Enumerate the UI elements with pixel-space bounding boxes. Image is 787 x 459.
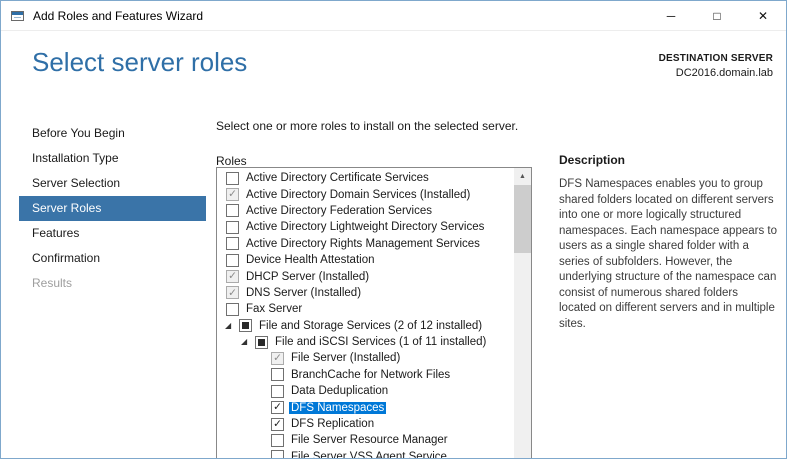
destination-server-block: DESTINATION SERVER DC2016.domain.lab (659, 53, 773, 79)
role-label: File Server Resource Manager (289, 434, 450, 446)
role-row[interactable]: ✓ Active Directory Domain Services (Insta… (217, 186, 514, 202)
sidebar-item-installation-type[interactable]: Installation Type (19, 146, 206, 171)
role-label: Fax Server (244, 303, 304, 315)
role-row[interactable]: Device Health Attestation (217, 252, 514, 268)
role-label: Active Directory Certificate Services (244, 172, 431, 184)
role-checkbox[interactable]: ✓ (226, 188, 239, 201)
role-row[interactable]: File Server VSS Agent Service (217, 449, 514, 459)
roles-content: Select one or more roles to install on t… (216, 111, 532, 168)
role-label: Active Directory Federation Services (244, 205, 434, 217)
window-controls: ─ □ ✕ (648, 1, 786, 30)
indeterminate-mark (258, 339, 265, 346)
role-row[interactable]: Fax Server (217, 301, 514, 317)
window-title: Add Roles and Features Wizard (33, 9, 203, 23)
description-panel: Description DFS Namespaces enables you t… (559, 111, 777, 332)
role-row[interactable]: ✓ File Server (Installed) (217, 350, 514, 366)
roles-rows: Active Directory Certificate Services ✓ Ac… (217, 170, 514, 459)
instruction-text: Select one or more roles to install on t… (216, 119, 532, 133)
title-bar: Add Roles and Features Wizard ─ □ ✕ (1, 1, 786, 31)
role-checkbox[interactable] (271, 368, 284, 381)
page-title: Select server roles (32, 47, 247, 78)
sidebar-item-server-roles[interactable]: Server Roles (19, 196, 206, 221)
role-checkbox[interactable]: ✓ (226, 286, 239, 299)
role-row[interactable]: ✓ DFS Namespaces (217, 399, 514, 415)
role-row[interactable]: Active Directory Certificate Services (217, 170, 514, 186)
roles-list-label: Roles (216, 154, 532, 168)
close-button[interactable]: ✕ (740, 1, 786, 30)
role-checkbox[interactable] (226, 254, 239, 267)
role-label: BranchCache for Network Files (289, 369, 452, 381)
role-row[interactable]: ◢ File and Storage Services (2 of 12 inst… (217, 318, 514, 334)
sidebar-item-before-you-begin[interactable]: Before You Begin (19, 121, 206, 146)
role-label: File Server (Installed) (289, 352, 402, 364)
role-checkbox[interactable] (226, 237, 239, 250)
role-checkbox[interactable]: ✓ (226, 270, 239, 283)
role-checkbox[interactable] (271, 450, 284, 459)
scrollbar-up-icon[interactable]: ▲ (514, 168, 531, 184)
role-row[interactable]: ✓ DFS Replication (217, 416, 514, 432)
destination-server-name: DC2016.domain.lab (659, 67, 773, 79)
role-row[interactable]: File Server Resource Manager (217, 432, 514, 448)
wizard-header: Select server roles DESTINATION SERVER D… (1, 32, 786, 111)
role-row[interactable]: Active Directory Rights Management Servi… (217, 236, 514, 252)
role-label: Data Deduplication (289, 385, 390, 397)
sidebar-item-results: Results (19, 271, 206, 296)
role-checkbox[interactable] (271, 434, 284, 447)
role-checkbox[interactable] (271, 385, 284, 398)
role-checkbox[interactable] (239, 319, 252, 332)
role-row[interactable]: Active Directory Lightweight Directory S… (217, 219, 514, 235)
maximize-button[interactable]: □ (694, 1, 740, 30)
description-title: Description (559, 153, 777, 167)
role-row[interactable]: Data Deduplication (217, 383, 514, 399)
scrollbar[interactable]: ▲ (514, 168, 531, 459)
role-checkbox[interactable] (226, 221, 239, 234)
role-checkbox[interactable] (226, 204, 239, 217)
window-icon (10, 8, 26, 24)
role-row[interactable]: Active Directory Federation Services (217, 203, 514, 219)
sidebar-item-confirmation[interactable]: Confirmation (19, 246, 206, 271)
role-label: File and Storage Services (2 of 12 insta… (257, 320, 484, 332)
minimize-button[interactable]: ─ (648, 1, 694, 30)
role-label: Active Directory Domain Services (Instal… (244, 189, 472, 201)
sidebar-item-server-selection[interactable]: Server Selection (19, 171, 206, 196)
role-label: File Server VSS Agent Service (289, 451, 449, 459)
indeterminate-mark (242, 322, 249, 329)
tree-expanded-icon[interactable]: ◢ (240, 338, 255, 346)
sidebar-item-features[interactable]: Features (19, 221, 206, 246)
role-row[interactable]: BranchCache for Network Files (217, 367, 514, 383)
role-checkbox[interactable] (226, 172, 239, 185)
wizard-window: Add Roles and Features Wizard ─ □ ✕ Sele… (0, 0, 787, 459)
destination-server-label: DESTINATION SERVER (659, 53, 773, 64)
wizard-body: Before You Begin Installation Type Serve… (1, 111, 786, 458)
roles-listbox: Active Directory Certificate Services ✓ Ac… (216, 167, 532, 459)
role-checkbox[interactable]: ✓ (271, 352, 284, 365)
tree-expanded-icon[interactable]: ◢ (224, 322, 239, 330)
role-checkbox[interactable]: ✓ (271, 401, 284, 414)
role-label: DFS Namespaces (289, 402, 386, 414)
role-label: Device Health Attestation (244, 254, 377, 266)
role-checkbox[interactable] (255, 336, 268, 349)
role-label: Active Directory Rights Management Servi… (244, 238, 482, 250)
role-row[interactable]: ✓ DHCP Server (Installed) (217, 268, 514, 284)
role-label: Active Directory Lightweight Directory S… (244, 221, 486, 233)
role-checkbox[interactable]: ✓ (271, 418, 284, 431)
role-checkbox[interactable] (226, 303, 239, 316)
role-row[interactable]: ◢ File and iSCSI Services (1 of 11 instal… (217, 334, 514, 350)
wizard-steps-sidebar: Before You Begin Installation Type Serve… (19, 121, 206, 296)
role-label: DHCP Server (Installed) (244, 271, 371, 283)
role-label: File and iSCSI Services (1 of 11 install… (273, 336, 488, 348)
role-label: DNS Server (Installed) (244, 287, 363, 299)
role-row[interactable]: ✓ DNS Server (Installed) (217, 285, 514, 301)
description-text: DFS Namespaces enables you to group shar… (559, 177, 777, 332)
role-label: DFS Replication (289, 418, 376, 430)
scrollbar-thumb[interactable] (514, 185, 531, 253)
